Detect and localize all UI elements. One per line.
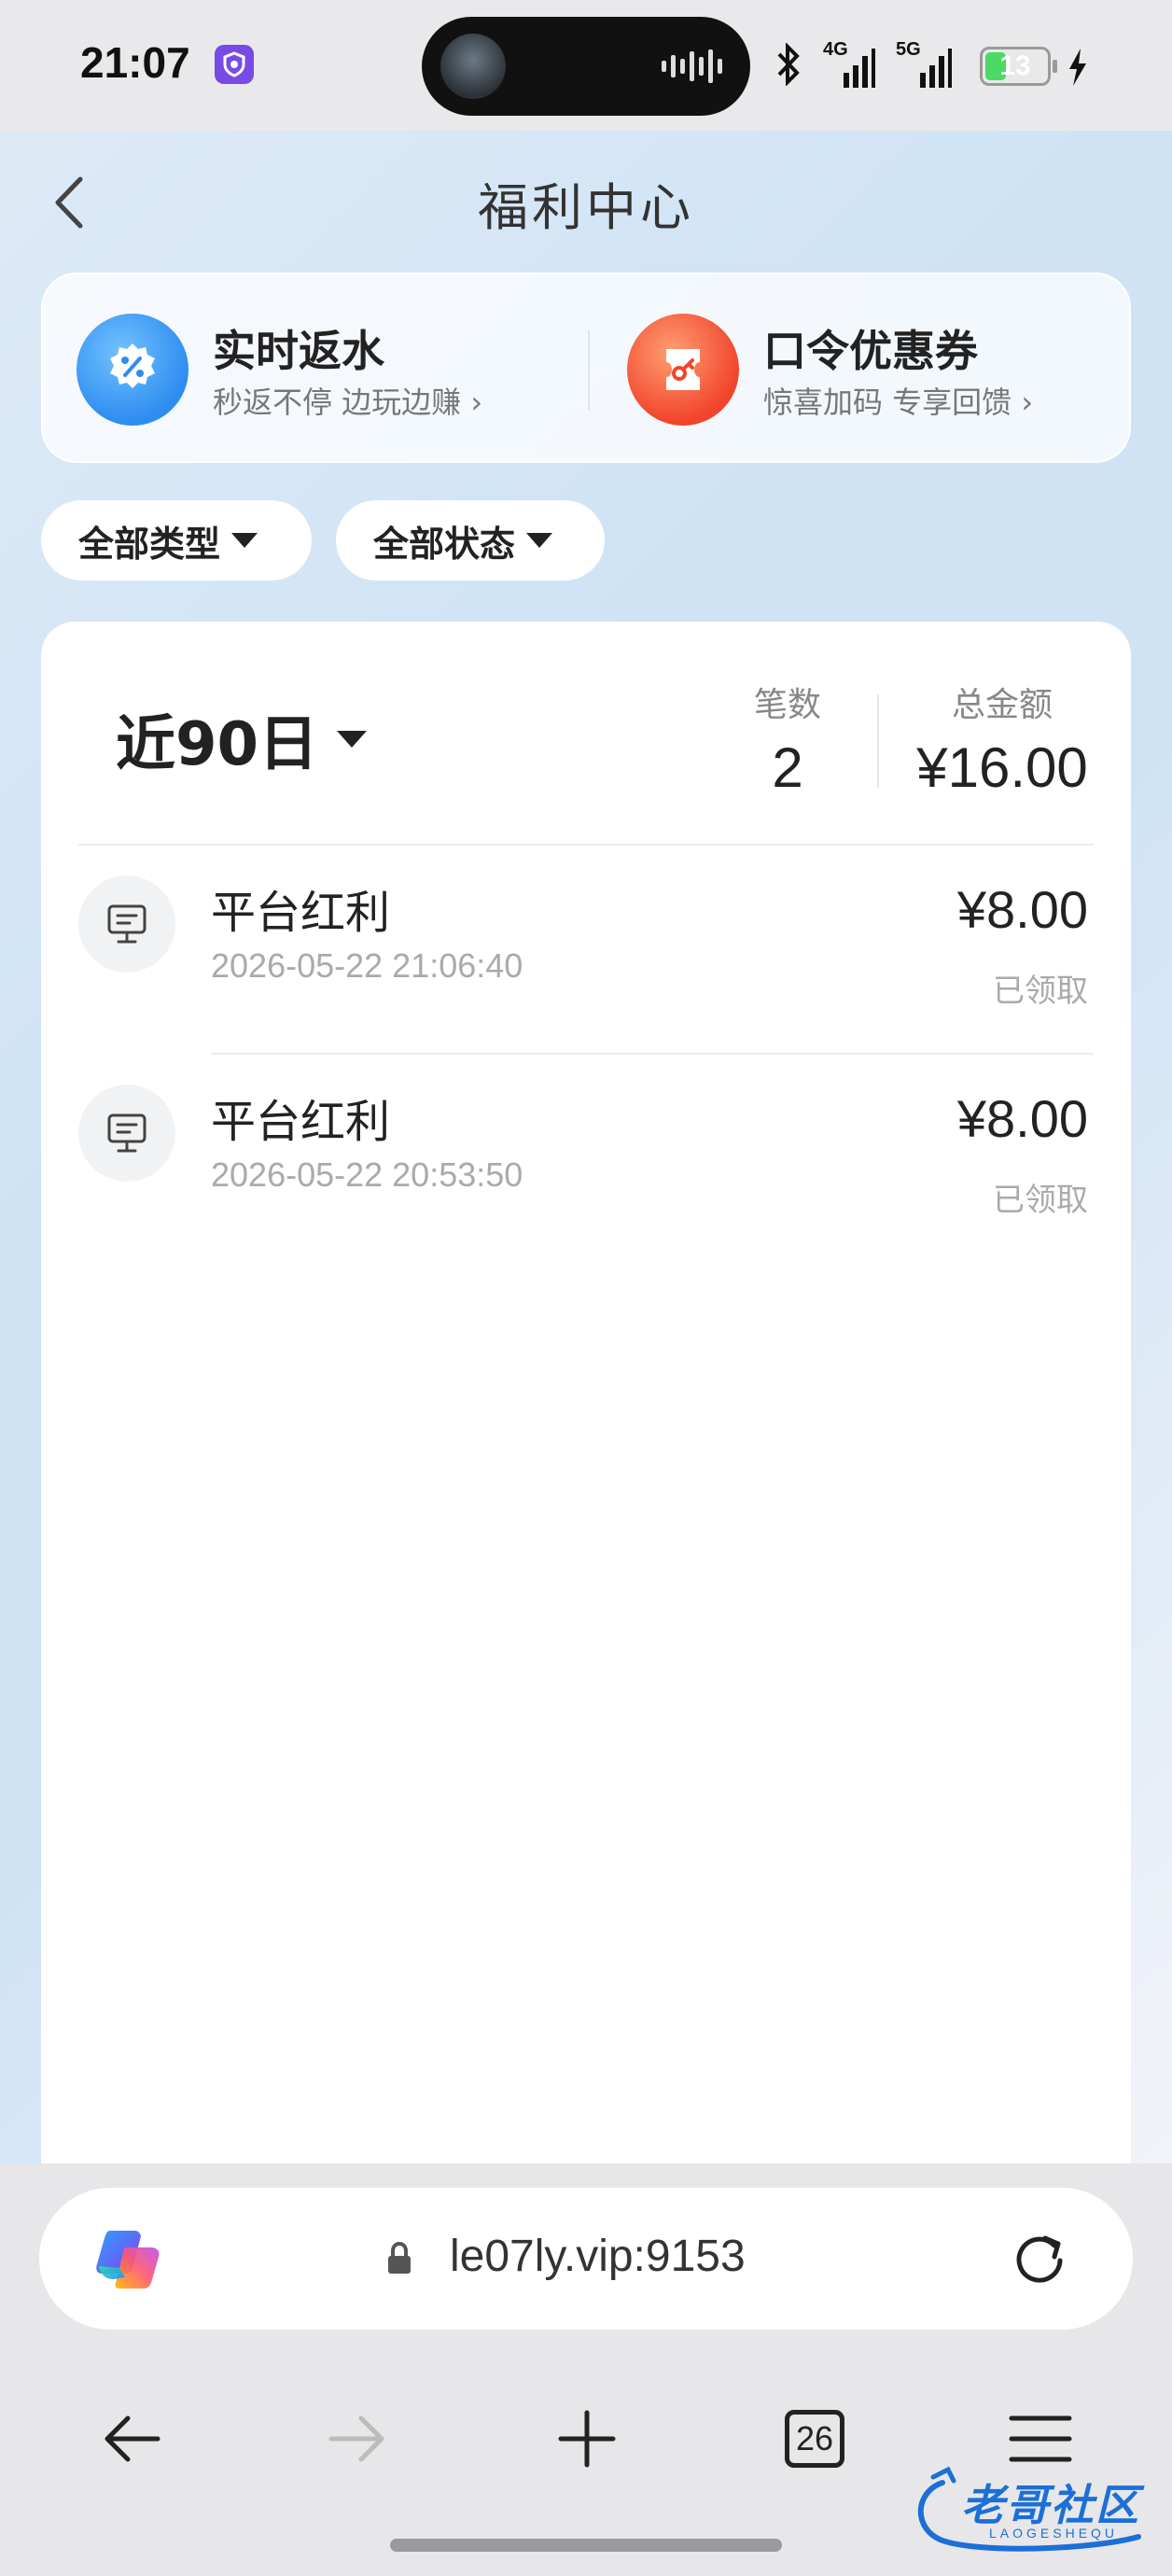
arrow-right-icon [328, 2415, 384, 2462]
promo-coupon[interactable]: 口令优惠券 惊喜加码 专享回馈 › [593, 274, 1116, 465]
lock-icon [388, 2242, 411, 2274]
coupon-key-icon [627, 314, 739, 426]
arrow-left-icon [105, 2415, 160, 2462]
caret-down-icon [526, 533, 553, 548]
record-status: 已领取 [993, 1182, 1088, 1219]
copilot-icon[interactable] [91, 2225, 164, 2294]
record-title: 平台红利 [211, 887, 391, 939]
shield-app-icon [215, 45, 254, 84]
promo-rebate[interactable]: 实时返水 秒返不停 边玩边赚 › [43, 274, 565, 465]
monitor-icon [78, 1085, 175, 1182]
tabs-button[interactable]: 26 [773, 2397, 857, 2481]
caret-down-icon [337, 731, 368, 748]
charging-bolt-icon [1069, 49, 1086, 86]
promo-card: 实时返水 秒返不停 边玩边赚 › 口令优惠券 惊喜加码 专享回馈 › [41, 273, 1131, 463]
record-amount: ¥8.00 [956, 880, 1088, 939]
promo-title: 口令优惠券 [763, 326, 978, 376]
status-filter-label: 全部状态 [373, 523, 516, 565]
record-time: 2026-05-22 21:06:40 [211, 946, 523, 985]
battery-icon: 13 [980, 47, 1051, 86]
count-value: 2 [772, 736, 803, 799]
status-time: 21:07 [80, 38, 190, 87]
count-stat: 笔数 2 [732, 678, 844, 800]
new-tab-button[interactable] [545, 2397, 629, 2481]
watermark-logo: 老哥社区 LAOGESHEQU [905, 2464, 1157, 2557]
dynamic-island [422, 17, 750, 116]
address-bar[interactable]: le07ly.vip:9153 [39, 2188, 1133, 2330]
count-label: 笔数 [753, 686, 821, 724]
promo-subtitle: 惊喜加码 专享回馈 › [763, 385, 1034, 420]
caret-down-icon [231, 533, 258, 548]
record-status: 已领取 [993, 973, 1088, 1010]
bluetooth-icon [777, 43, 800, 86]
stat-divider [877, 694, 879, 788]
status-indicators: 4G 5G 13 [774, 34, 1148, 99]
status-bar: 21:07 4G 5G 13 [0, 0, 1172, 131]
record-amount: ¥8.00 [956, 1089, 1088, 1148]
date-range-dropdown[interactable]: 近90日 [116, 696, 368, 782]
tabs-count: 26 [785, 2410, 844, 2468]
back-button[interactable] [90, 2397, 174, 2481]
record-title: 平台红利 [211, 1096, 391, 1148]
total-value: ¥16.00 [916, 736, 1088, 799]
url-text: le07ly.vip:9153 [450, 2232, 746, 2281]
type-filter-label: 全部类型 [78, 523, 221, 565]
page-title: 福利中心 [478, 178, 694, 237]
watermark-subtext: LAOGESHEQU [989, 2526, 1119, 2541]
promo-subtitle: 秒返不停 边玩边赚 › [213, 385, 483, 420]
promo-title: 实时返水 [213, 326, 384, 376]
type-filter-dropdown[interactable]: 全部类型 [41, 500, 312, 581]
records-card: 近90日 笔数 2 总金额 ¥16.00 平台红利 2026-05-22 21:… [41, 622, 1131, 2208]
avatar [440, 34, 506, 99]
battery-level: 13 [999, 50, 1031, 81]
list-item[interactable]: 平台红利 2026-05-22 21:06:40 ¥8.00 已领取 [41, 846, 1131, 1055]
signal-icon [844, 49, 875, 88]
plus-icon [558, 2410, 616, 2468]
total-stat: 总金额 ¥16.00 [909, 678, 1095, 800]
date-range-label: 近90日 [116, 710, 319, 779]
percent-badge-icon [77, 314, 188, 426]
monitor-icon [78, 875, 175, 973]
reload-icon[interactable] [1004, 2225, 1075, 2296]
battery-tip [1053, 60, 1057, 73]
home-indicator[interactable] [390, 2539, 782, 2552]
voice-wave-icon [662, 49, 722, 83]
forward-button[interactable] [315, 2397, 399, 2481]
total-label: 总金额 [951, 686, 1053, 724]
record-time: 2026-05-22 20:53:50 [211, 1155, 523, 1194]
list-item[interactable]: 平台红利 2026-05-22 20:53:50 ¥8.00 已领取 [41, 1055, 1131, 1264]
promo-divider [588, 330, 590, 411]
signal-icon [920, 49, 952, 88]
status-filter-dropdown[interactable]: 全部状态 [336, 500, 605, 581]
hamburger-menu-icon [1009, 2415, 1072, 2462]
watermark-text: 老哥社区 [961, 2480, 1140, 2530]
